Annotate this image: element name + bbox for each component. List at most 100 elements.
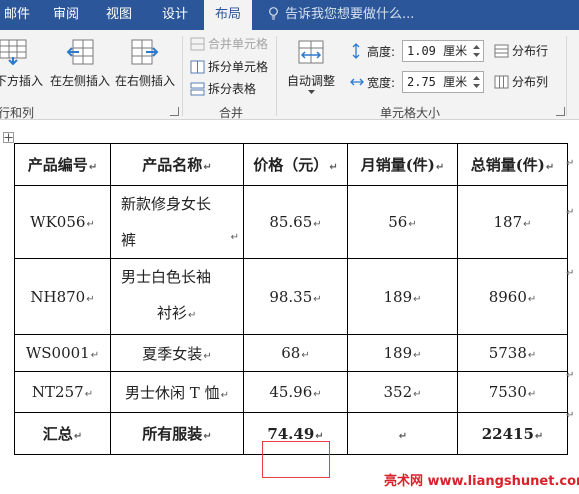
table-cell[interactable]: 45.96↵ bbox=[243, 371, 348, 413]
table-row: NT257↵ 男士休闲 T 恤↵ 45.96↵ 352↵ 7530↵ bbox=[14, 371, 568, 413]
table-cell[interactable]: NT257↵ bbox=[14, 371, 111, 413]
distribute-rows-button[interactable]: 分布行 bbox=[494, 41, 548, 61]
autofit-label: 自动调整 bbox=[286, 74, 335, 88]
merge-cells-label: 合并单元格 bbox=[208, 37, 269, 51]
autofit-button[interactable]: 自动调整 bbox=[284, 34, 338, 100]
site-watermark: 亮术网 www.liangshunet.com bbox=[384, 474, 579, 489]
cell-width-field[interactable]: 宽度: 2.75 厘米 bbox=[350, 71, 490, 93]
table-row: WK056↵ 新款修身女长裤 ↵ 85.65↵ 56↵ 187↵ bbox=[14, 185, 568, 259]
distribute-rows-icon bbox=[494, 44, 509, 58]
distribute-cols-label: 分布列 bbox=[512, 75, 549, 89]
insert-below-label: 下方插入 bbox=[0, 74, 43, 88]
group-label-merge: 合并 bbox=[218, 106, 243, 120]
group-label-cell-size: 单元格大小 bbox=[379, 106, 440, 120]
end-of-row-mark: ↵ bbox=[566, 410, 575, 421]
insert-right-button[interactable]: 在右侧插入 bbox=[114, 34, 176, 100]
table-cell[interactable]: 352↵ bbox=[347, 371, 458, 413]
split-cells-button[interactable]: 拆分单元格 bbox=[190, 57, 268, 77]
chevron-down-icon bbox=[308, 90, 315, 94]
tab-design[interactable]: 设计 bbox=[152, 0, 198, 30]
table-cell[interactable]: NH870↵ bbox=[14, 258, 111, 335]
group-divider bbox=[276, 36, 277, 116]
distribute-cols-button[interactable]: 分布列 bbox=[494, 72, 548, 92]
width-label: 宽度: bbox=[367, 76, 396, 90]
insert-below-button[interactable]: 下方插入 bbox=[0, 34, 44, 100]
merge-cells-button[interactable]: 合并单元格 bbox=[190, 34, 268, 54]
table-cell[interactable]: 189↵ bbox=[347, 334, 458, 372]
table-header-row: 产品编号↵ 产品名称↵ 价格（元）↵ 月销量(件)↵ 总销量(件)↵ bbox=[14, 143, 568, 186]
cell-height-field[interactable]: 高度: 1.09 厘米 bbox=[350, 40, 490, 62]
spinner-icon[interactable] bbox=[472, 74, 481, 90]
rows-cols-launcher-icon[interactable] bbox=[170, 107, 179, 116]
table-cell[interactable]: 98.35↵ bbox=[243, 258, 348, 335]
insert-left-button[interactable]: 在左侧插入 bbox=[50, 34, 110, 100]
header-cell[interactable]: 产品编号↵ bbox=[14, 143, 111, 186]
height-value: 1.09 厘米 bbox=[407, 44, 468, 58]
table-cell[interactable]: 8960↵ bbox=[457, 258, 568, 335]
group-divider bbox=[182, 36, 183, 116]
split-cells-icon bbox=[190, 60, 205, 74]
insert-left-icon bbox=[66, 39, 94, 65]
insert-below-icon bbox=[0, 39, 27, 66]
tab-view[interactable]: 视图 bbox=[98, 0, 140, 30]
table-move-handle-icon[interactable] bbox=[3, 132, 14, 143]
group-label-rows-cols: 行和列 bbox=[0, 106, 34, 120]
table-cell[interactable]: 男士休闲 T 恤↵ bbox=[110, 371, 244, 413]
table-cell[interactable]: 新款修身女长裤 ↵ bbox=[110, 185, 244, 259]
table-cell[interactable]: 56↵ bbox=[347, 185, 458, 259]
row-height-icon bbox=[352, 43, 360, 59]
table-cell[interactable]: 187↵ bbox=[457, 185, 568, 259]
header-cell[interactable]: 总销量(件)↵ bbox=[457, 143, 568, 186]
end-of-row-mark: ↵ bbox=[566, 370, 575, 381]
table-row: NH870↵ 男士白色长袖 衬衫↵ 98.35↵ 189↵ 8960↵ bbox=[14, 258, 568, 335]
tab-review[interactable]: 审阅 bbox=[46, 0, 86, 30]
split-table-button[interactable]: 拆分表格 bbox=[190, 79, 256, 99]
height-input[interactable]: 1.09 厘米 bbox=[402, 40, 484, 62]
autofit-icon bbox=[298, 40, 324, 64]
column-width-icon bbox=[350, 78, 364, 86]
insert-left-label: 在左侧插入 bbox=[50, 74, 111, 88]
table-cell[interactable]: 22415↵ bbox=[457, 412, 568, 455]
table-cell[interactable]: 男士白色长袖 衬衫↵ bbox=[110, 258, 244, 335]
end-of-row-mark: ↵ bbox=[566, 207, 575, 218]
tab-layout[interactable]: 布局 bbox=[204, 0, 252, 30]
split-table-icon bbox=[190, 82, 205, 96]
table-cell[interactable]: WK056↵ bbox=[14, 185, 111, 259]
table-cell[interactable]: 所有服装↵ bbox=[110, 412, 244, 455]
merge-cells-icon bbox=[190, 37, 205, 51]
height-label: 高度: bbox=[367, 45, 396, 59]
table-row: WS0001↵ 夏季女装↵ 68↵ 189↵ 5738↵ bbox=[14, 334, 568, 372]
distribute-cols-icon bbox=[494, 75, 509, 89]
table-cell[interactable]: 7530↵ bbox=[457, 371, 568, 413]
end-of-row-mark: ↵ bbox=[566, 268, 575, 279]
end-of-row-mark: ↵ bbox=[566, 158, 575, 169]
width-input[interactable]: 2.75 厘米 bbox=[402, 71, 484, 93]
distribute-rows-label: 分布行 bbox=[512, 44, 549, 58]
product-sales-table[interactable]: 产品编号↵ 产品名称↵ 价格（元）↵ 月销量(件)↵ 总销量(件)↵ WK056… bbox=[14, 143, 568, 455]
table-cell[interactable]: 68↵ bbox=[243, 334, 348, 372]
table-cell[interactable]: ↵ bbox=[347, 412, 458, 455]
header-cell[interactable]: 价格（元）↵ bbox=[243, 143, 348, 186]
split-cells-label: 拆分单元格 bbox=[208, 60, 269, 74]
header-cell[interactable]: 产品名称↵ bbox=[110, 143, 244, 186]
cell-size-launcher-icon[interactable] bbox=[556, 107, 565, 116]
ribbon-tab-bar: 邮件 审阅 视图 设计 布局 告诉我您想要做什么... bbox=[0, 0, 579, 30]
table-cell[interactable]: 汇总↵ bbox=[14, 412, 111, 455]
tell-me-search[interactable]: 告诉我您想要做什么... bbox=[268, 0, 414, 30]
ribbon-layout-panel: 下方插入 在左侧插入 在右侧插入 行和列 合并单元格 拆分单元格 拆分表格 合并 bbox=[0, 30, 579, 120]
width-value: 2.75 厘米 bbox=[407, 75, 468, 89]
move-arrows-icon bbox=[4, 133, 13, 142]
header-cell[interactable]: 月销量(件)↵ bbox=[347, 143, 458, 186]
insert-right-icon bbox=[131, 39, 159, 65]
table-cell[interactable]: 夏季女装↵ bbox=[110, 334, 244, 372]
lightbulb-icon bbox=[269, 7, 278, 20]
table-cell[interactable]: 5738↵ bbox=[457, 334, 568, 372]
tab-mailings[interactable]: 邮件 bbox=[0, 0, 34, 30]
spinner-icon[interactable] bbox=[472, 43, 481, 59]
group-divider bbox=[566, 36, 567, 116]
table-cell[interactable]: 189↵ bbox=[347, 258, 458, 335]
tell-me-text: 告诉我您想要做什么... bbox=[285, 7, 415, 22]
table-cell[interactable]: 85.65↵ bbox=[243, 185, 348, 259]
table-cell[interactable]: WS0001↵ bbox=[14, 334, 111, 372]
insert-right-label: 在右侧插入 bbox=[114, 74, 175, 88]
